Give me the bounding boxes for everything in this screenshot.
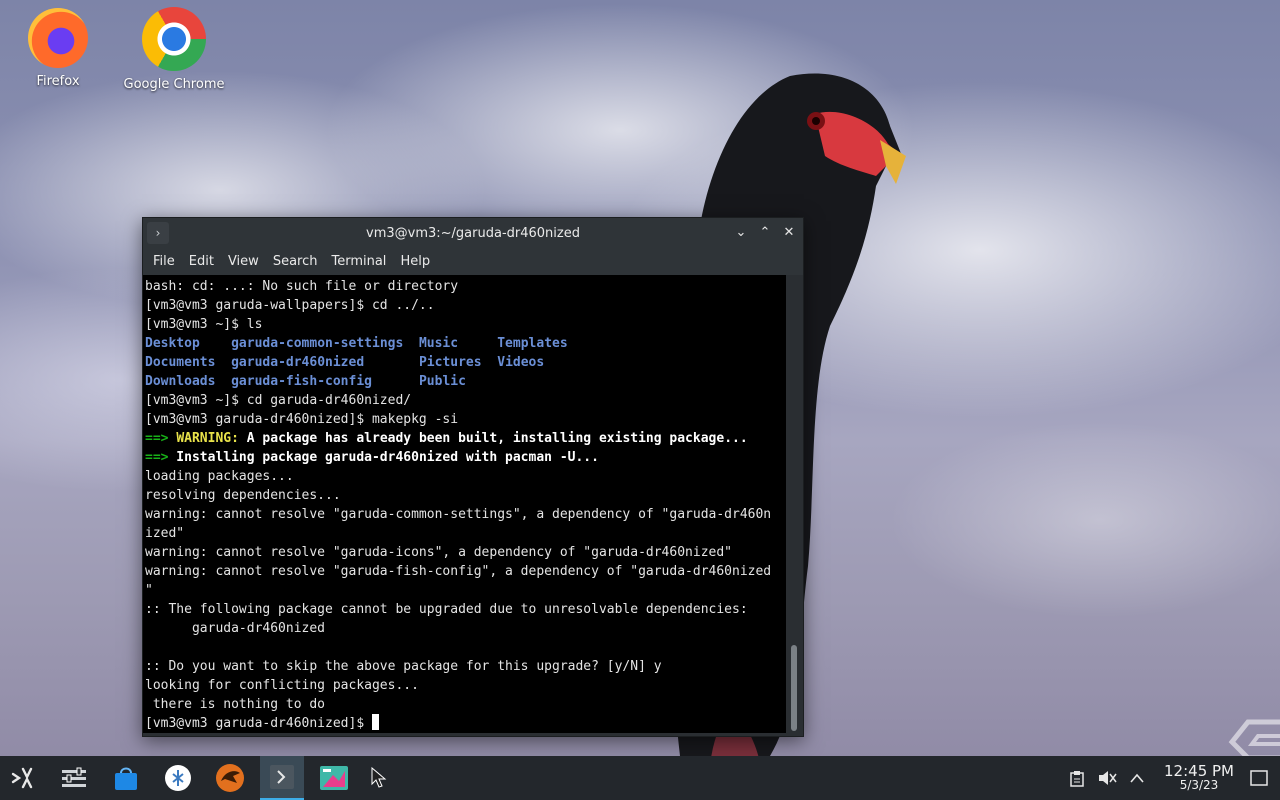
clipboard-icon[interactable] [1066,767,1088,789]
minimize-icon[interactable]: ⌄ [733,225,749,241]
terminal-prompt: [vm3@vm3 garuda-dr460nized]$ [145,716,372,731]
terminal-prompt-line: [vm3@vm3 garuda-dr460nized]$ [145,714,786,733]
ls-entry: Templates [497,336,568,351]
volume-muted-icon[interactable] [1096,767,1118,789]
arrow-prefix: ==> [145,450,169,465]
warning-text: A package has already been built, instal… [238,431,748,446]
terminal-line: [vm3@vm3 ~]$ ls [145,317,263,332]
screenshot-icon[interactable] [312,756,356,800]
garuda-watermark-icon [1228,719,1280,760]
show-desktop-icon[interactable] [1248,767,1270,789]
terminal-line: looking for conflicting packages... [145,678,419,693]
terminal-line: loading packages... [145,469,294,484]
clock-date: 5/3/23 [1179,778,1219,792]
terminal-line: bash: cd: ...: No such file or directory [145,279,459,294]
terminal-line: there is nothing to do [145,697,326,712]
terminal-line: ==> WARNING: A package has already been … [145,429,786,448]
terminal-line: :: The following package cannot be upgra… [145,602,748,617]
menu-terminal[interactable]: Terminal [324,254,393,269]
firefox-icon [28,8,88,68]
terminal-line: warning: cannot resolve "garuda-common-s… [145,507,772,522]
terminal-line: warning: cannot resolve "garuda-fish-con… [145,564,772,579]
close-icon[interactable]: ✕ [781,225,797,241]
desktop-icon-chrome[interactable]: Google Chrome [119,7,229,92]
desktop-icon-firefox[interactable]: Firefox [3,8,113,89]
chevron-up-icon[interactable] [1126,767,1148,789]
terminal-line: resolving dependencies... [145,488,341,503]
ls-row: Documents garuda-dr460nized Pictures Vid… [145,353,786,372]
warning-word: WARNING: [176,431,239,446]
menu-view[interactable]: View [221,254,266,269]
arrow-prefix: ==> [145,431,169,446]
taskbar: 12:45 PM 5/3/23 [0,756,1280,800]
window-title: vm3@vm3:~/garuda-dr460nized [366,225,580,241]
menu-bar: File Edit View Search Terminal Help [143,248,803,275]
terminal-scrollbar[interactable] [786,275,803,736]
menu-edit[interactable]: Edit [182,254,221,269]
menu-help[interactable]: Help [393,254,437,269]
terminal-line: [vm3@vm3 ~]$ cd garuda-dr460nized/ [145,393,412,408]
terminal-window[interactable]: › vm3@vm3:~/garuda-dr460nized ⌄ ⌃ ✕ File… [142,217,804,737]
ls-entry: Desktop [145,336,200,351]
scrollbar-thumb[interactable] [791,645,797,731]
menu-search[interactable]: Search [266,254,325,269]
terminal-line: garuda-dr460nized [145,621,326,636]
ls-entry: garuda-common-settings [231,336,404,351]
terminal-line: [vm3@vm3 garuda-dr460nized]$ makepkg -si [145,412,459,427]
window-titlebar[interactable]: › vm3@vm3:~/garuda-dr460nized ⌄ ⌃ ✕ [143,218,803,248]
clock-time: 12:45 PM [1164,762,1234,780]
terminal-icon[interactable] [260,756,304,800]
desktop-icon-label: Google Chrome [123,77,225,92]
terminal-cursor [371,714,379,730]
launcher-icon[interactable] [0,756,44,800]
terminal-output[interactable]: bash: cd: ...: No such file or directory… [143,275,786,733]
terminal-line: ==> Installing package garuda-dr460nized… [145,448,786,467]
ls-row: Downloads garuda-fish-config Public [145,372,786,391]
ls-entry: Videos [497,355,545,370]
digital-clock[interactable]: 12:45 PM 5/3/23 [1164,762,1234,793]
chrome-icon [142,7,206,71]
ls-row: Desktop garuda-common-settings Music Tem… [145,334,786,353]
settings-icon[interactable] [52,756,96,800]
desktop-icon-label: Firefox [36,74,80,89]
install-text: Installing package garuda-dr460nized wit… [168,450,599,465]
store-icon[interactable] [104,756,148,800]
system-tray: 12:45 PM 5/3/23 [1066,756,1280,800]
ls-entry: Pictures [418,355,482,370]
garuda-assistant-icon[interactable] [156,756,200,800]
window-menu-icon[interactable]: › [147,222,169,244]
ls-entry: Documents [145,355,216,370]
terminal-line: :: Do you want to skip the above package… [145,659,662,674]
ls-entry: Downloads [145,374,216,389]
ls-entry: garuda-fish-config [231,374,372,389]
menu-file[interactable]: File [146,254,182,269]
terminal-line: " [145,583,153,598]
ls-entry: garuda-dr460nized [231,355,365,370]
ls-entry: Public [418,374,466,389]
garuda-gamer-icon[interactable] [208,756,252,800]
terminal-line: ized" [145,526,185,541]
maximize-icon[interactable]: ⌃ [757,225,773,241]
terminal-line: [vm3@vm3 garuda-wallpapers]$ cd ../.. [145,298,435,313]
terminal-line: warning: cannot resolve "garuda-icons", … [145,545,732,560]
ls-entry: Music [418,336,459,351]
mouse-pointer-icon [364,756,394,800]
